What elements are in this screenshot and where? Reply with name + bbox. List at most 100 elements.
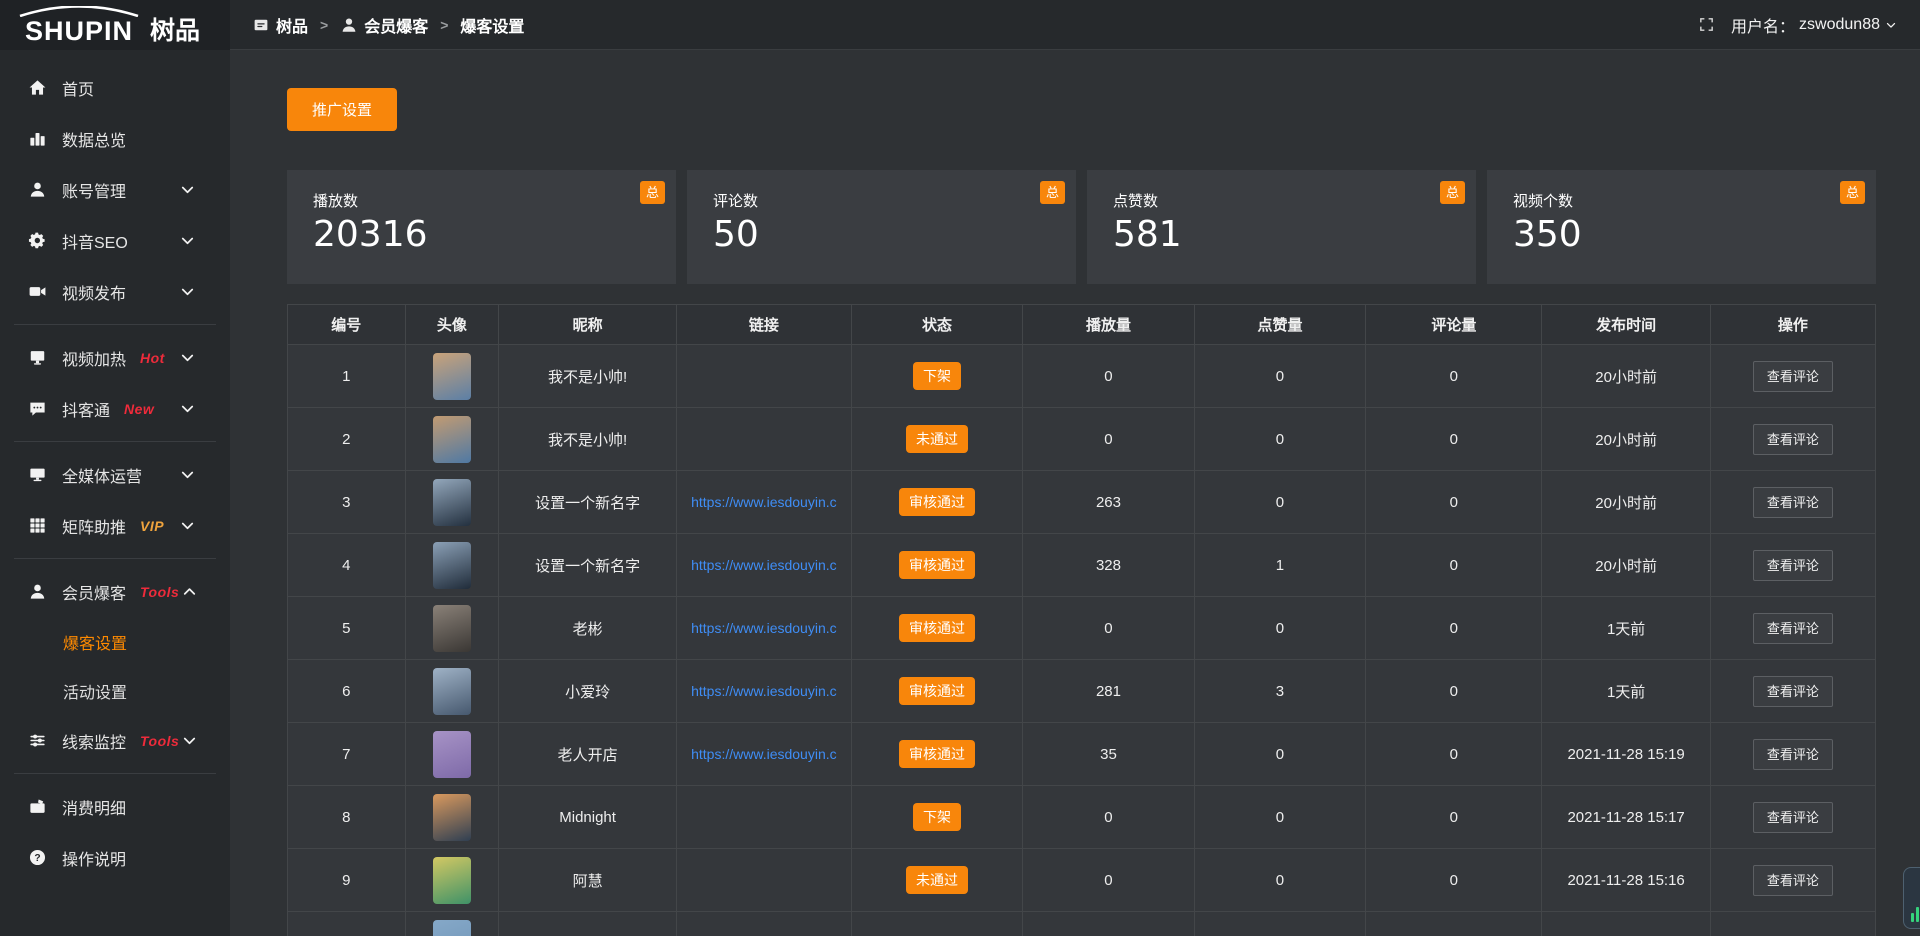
floating-service-widget[interactable] <box>1903 867 1920 929</box>
cell-action: 查看评论 <box>1710 534 1875 597</box>
view-comments-button[interactable]: 查看评论 <box>1753 550 1833 581</box>
cell-action: 查看评论 <box>1710 786 1875 849</box>
sidebar-item-douyin-seo[interactable]: 抖音SEO <box>0 215 230 266</box>
status-badge[interactable]: 审核通过 <box>899 740 975 768</box>
sidebar-divider <box>14 558 216 559</box>
cell-id: 1 <box>288 345 406 408</box>
sidebar-item-label: 操作说明 <box>62 846 126 870</box>
sidebar-item-tag: New <box>124 401 154 417</box>
cell-status: 审核通过 <box>851 660 1023 723</box>
sidebar-item-home[interactable]: 首页 <box>0 62 230 113</box>
cell-nickname: 老彬 <box>499 597 677 660</box>
profile-link[interactable]: https://www.iesdouyin.c <box>681 494 847 510</box>
cell-link: https://www.iesdouyin.c <box>677 471 852 534</box>
table-row: 6小爱玲https://www.iesdouyin.c审核通过281301天前查… <box>288 660 1876 723</box>
cell-time: 2021-11-28 15:19 <box>1542 723 1710 786</box>
view-comments-button[interactable]: 查看评论 <box>1753 613 1833 644</box>
status-badge[interactable]: 未通过 <box>906 425 968 453</box>
profile-link[interactable]: https://www.iesdouyin.c <box>681 746 847 762</box>
sidebar-item-operation-guide[interactable]: ? 操作说明 <box>0 832 230 883</box>
sidebar-item-matrix-boost[interactable]: 矩阵助推VIP <box>0 500 230 551</box>
view-comments-button[interactable]: 查看评论 <box>1753 487 1833 518</box>
cell-plays: 0 <box>1023 786 1195 849</box>
status-badge[interactable]: 未通过 <box>906 866 968 894</box>
cell-link <box>677 345 852 408</box>
app-logo[interactable]: SHUPIN 树品 <box>16 6 200 45</box>
status-badge[interactable]: 审核通过 <box>899 614 975 642</box>
chevron-down-icon <box>179 731 199 750</box>
sidebar-divider <box>14 441 216 442</box>
logo-text-cn: 树品 <box>150 18 200 44</box>
breadcrumb: 树品>会员爆客>爆客设置 <box>252 13 524 37</box>
status-badge[interactable]: 审核通过 <box>899 677 975 705</box>
sidebar: 首页数据总览账号管理抖音SEO视频发布视频加热Hot抖客通New全媒体运营矩阵助… <box>0 50 230 936</box>
home-icon <box>27 78 47 97</box>
cell-plays: 35 <box>1023 723 1195 786</box>
breadcrumb-item[interactable]: 爆客设置 <box>460 13 524 37</box>
view-comments-button[interactable]: 查看评论 <box>1753 676 1833 707</box>
promotion-settings-button[interactable]: 推广设置 <box>287 88 397 131</box>
stat-card: 点赞数581总 <box>1087 170 1476 284</box>
status-badge[interactable]: 下架 <box>913 362 961 390</box>
sidebar-item-member-baoke[interactable]: 会员爆客Tools <box>0 566 230 617</box>
view-comments-button[interactable]: 查看评论 <box>1753 865 1833 896</box>
profile-link[interactable]: https://www.iesdouyin.c <box>681 620 847 636</box>
sliders-icon <box>27 731 47 750</box>
user-icon <box>27 180 47 199</box>
sidebar-subitem-baoke-settings[interactable]: 爆客设置 <box>0 617 230 666</box>
sidebar-item-video-heating[interactable]: 视频加热Hot <box>0 332 230 383</box>
cell-action: 查看评论 <box>1710 597 1875 660</box>
cell-action: 查看评论 <box>1710 723 1875 786</box>
status-badge[interactable]: 审核通过 <box>899 488 975 516</box>
topbar: SHUPIN 树品 树品>会员爆客>爆客设置 用户名：zswodun88 <box>0 0 1920 50</box>
video-camera-icon <box>27 282 47 301</box>
sidebar-item-label: 矩阵助推 <box>62 514 126 538</box>
profile-link[interactable]: https://www.iesdouyin.c <box>681 557 847 573</box>
cell-avatar <box>405 408 499 471</box>
user-menu[interactable]: 用户名：zswodun88 <box>1731 13 1898 37</box>
sidebar-item-douketong[interactable]: 抖客通New <box>0 383 230 434</box>
stat-label: 点赞数 <box>1113 190 1476 211</box>
form-icon <box>252 16 270 34</box>
breadcrumb-item[interactable]: 树品 <box>252 13 308 37</box>
bar-chart-icon <box>27 129 47 148</box>
sidebar-item-consumption-details[interactable]: 消费明细 <box>0 781 230 832</box>
cell-comments: 0 <box>1366 786 1542 849</box>
cell-avatar <box>405 345 499 408</box>
avatar <box>433 605 471 652</box>
sidebar-item-account-management[interactable]: 账号管理 <box>0 164 230 215</box>
stat-card: 视频个数350总 <box>1487 170 1876 284</box>
cell-plays: 0 <box>1023 849 1195 912</box>
username-value: zswodun88 <box>1799 16 1880 34</box>
breadcrumb-item[interactable]: 会员爆客 <box>340 13 428 37</box>
fullscreen-icon[interactable] <box>1698 16 1715 33</box>
sidebar-item-data-overview[interactable]: 数据总览 <box>0 113 230 164</box>
sidebar-item-label: 首页 <box>62 76 94 100</box>
breadcrumb-label: 会员爆客 <box>364 13 428 37</box>
cell-link <box>677 912 852 936</box>
view-comments-button[interactable]: 查看评论 <box>1753 802 1833 833</box>
sidebar-item-video-publish[interactable]: 视频发布 <box>0 266 230 317</box>
profile-link[interactable]: https://www.iesdouyin.c <box>681 683 847 699</box>
cell-id: 4 <box>288 534 406 597</box>
stat-label: 视频个数 <box>1513 190 1876 211</box>
table-header-cell: 编号 <box>288 305 406 345</box>
cell-likes: 0 <box>1194 723 1366 786</box>
status-badge[interactable]: 审核通过 <box>899 551 975 579</box>
cell-comments: 0 <box>1366 408 1542 471</box>
status-badge[interactable]: 下架 <box>913 803 961 831</box>
view-comments-button[interactable]: 查看评论 <box>1753 361 1833 392</box>
cell-time: 2021-11-28 15:17 <box>1542 786 1710 849</box>
sidebar-subitem-activity-settings[interactable]: 活动设置 <box>0 666 230 715</box>
cell-likes: 0 <box>1194 408 1366 471</box>
cell-link <box>677 408 852 471</box>
cell-nickname: 小爱玲 <box>499 660 677 723</box>
sidebar-item-clue-monitor[interactable]: 线索监控Tools <box>0 715 230 766</box>
cell-comments: 0 <box>1366 723 1542 786</box>
wallet-icon <box>27 797 47 816</box>
view-comments-button[interactable]: 查看评论 <box>1753 424 1833 455</box>
view-comments-button[interactable]: 查看评论 <box>1753 739 1833 770</box>
sidebar-item-omni-media-operation[interactable]: 全媒体运营 <box>0 449 230 500</box>
stat-total-badge: 总 <box>1040 181 1065 204</box>
svg-text:?: ? <box>34 853 40 864</box>
